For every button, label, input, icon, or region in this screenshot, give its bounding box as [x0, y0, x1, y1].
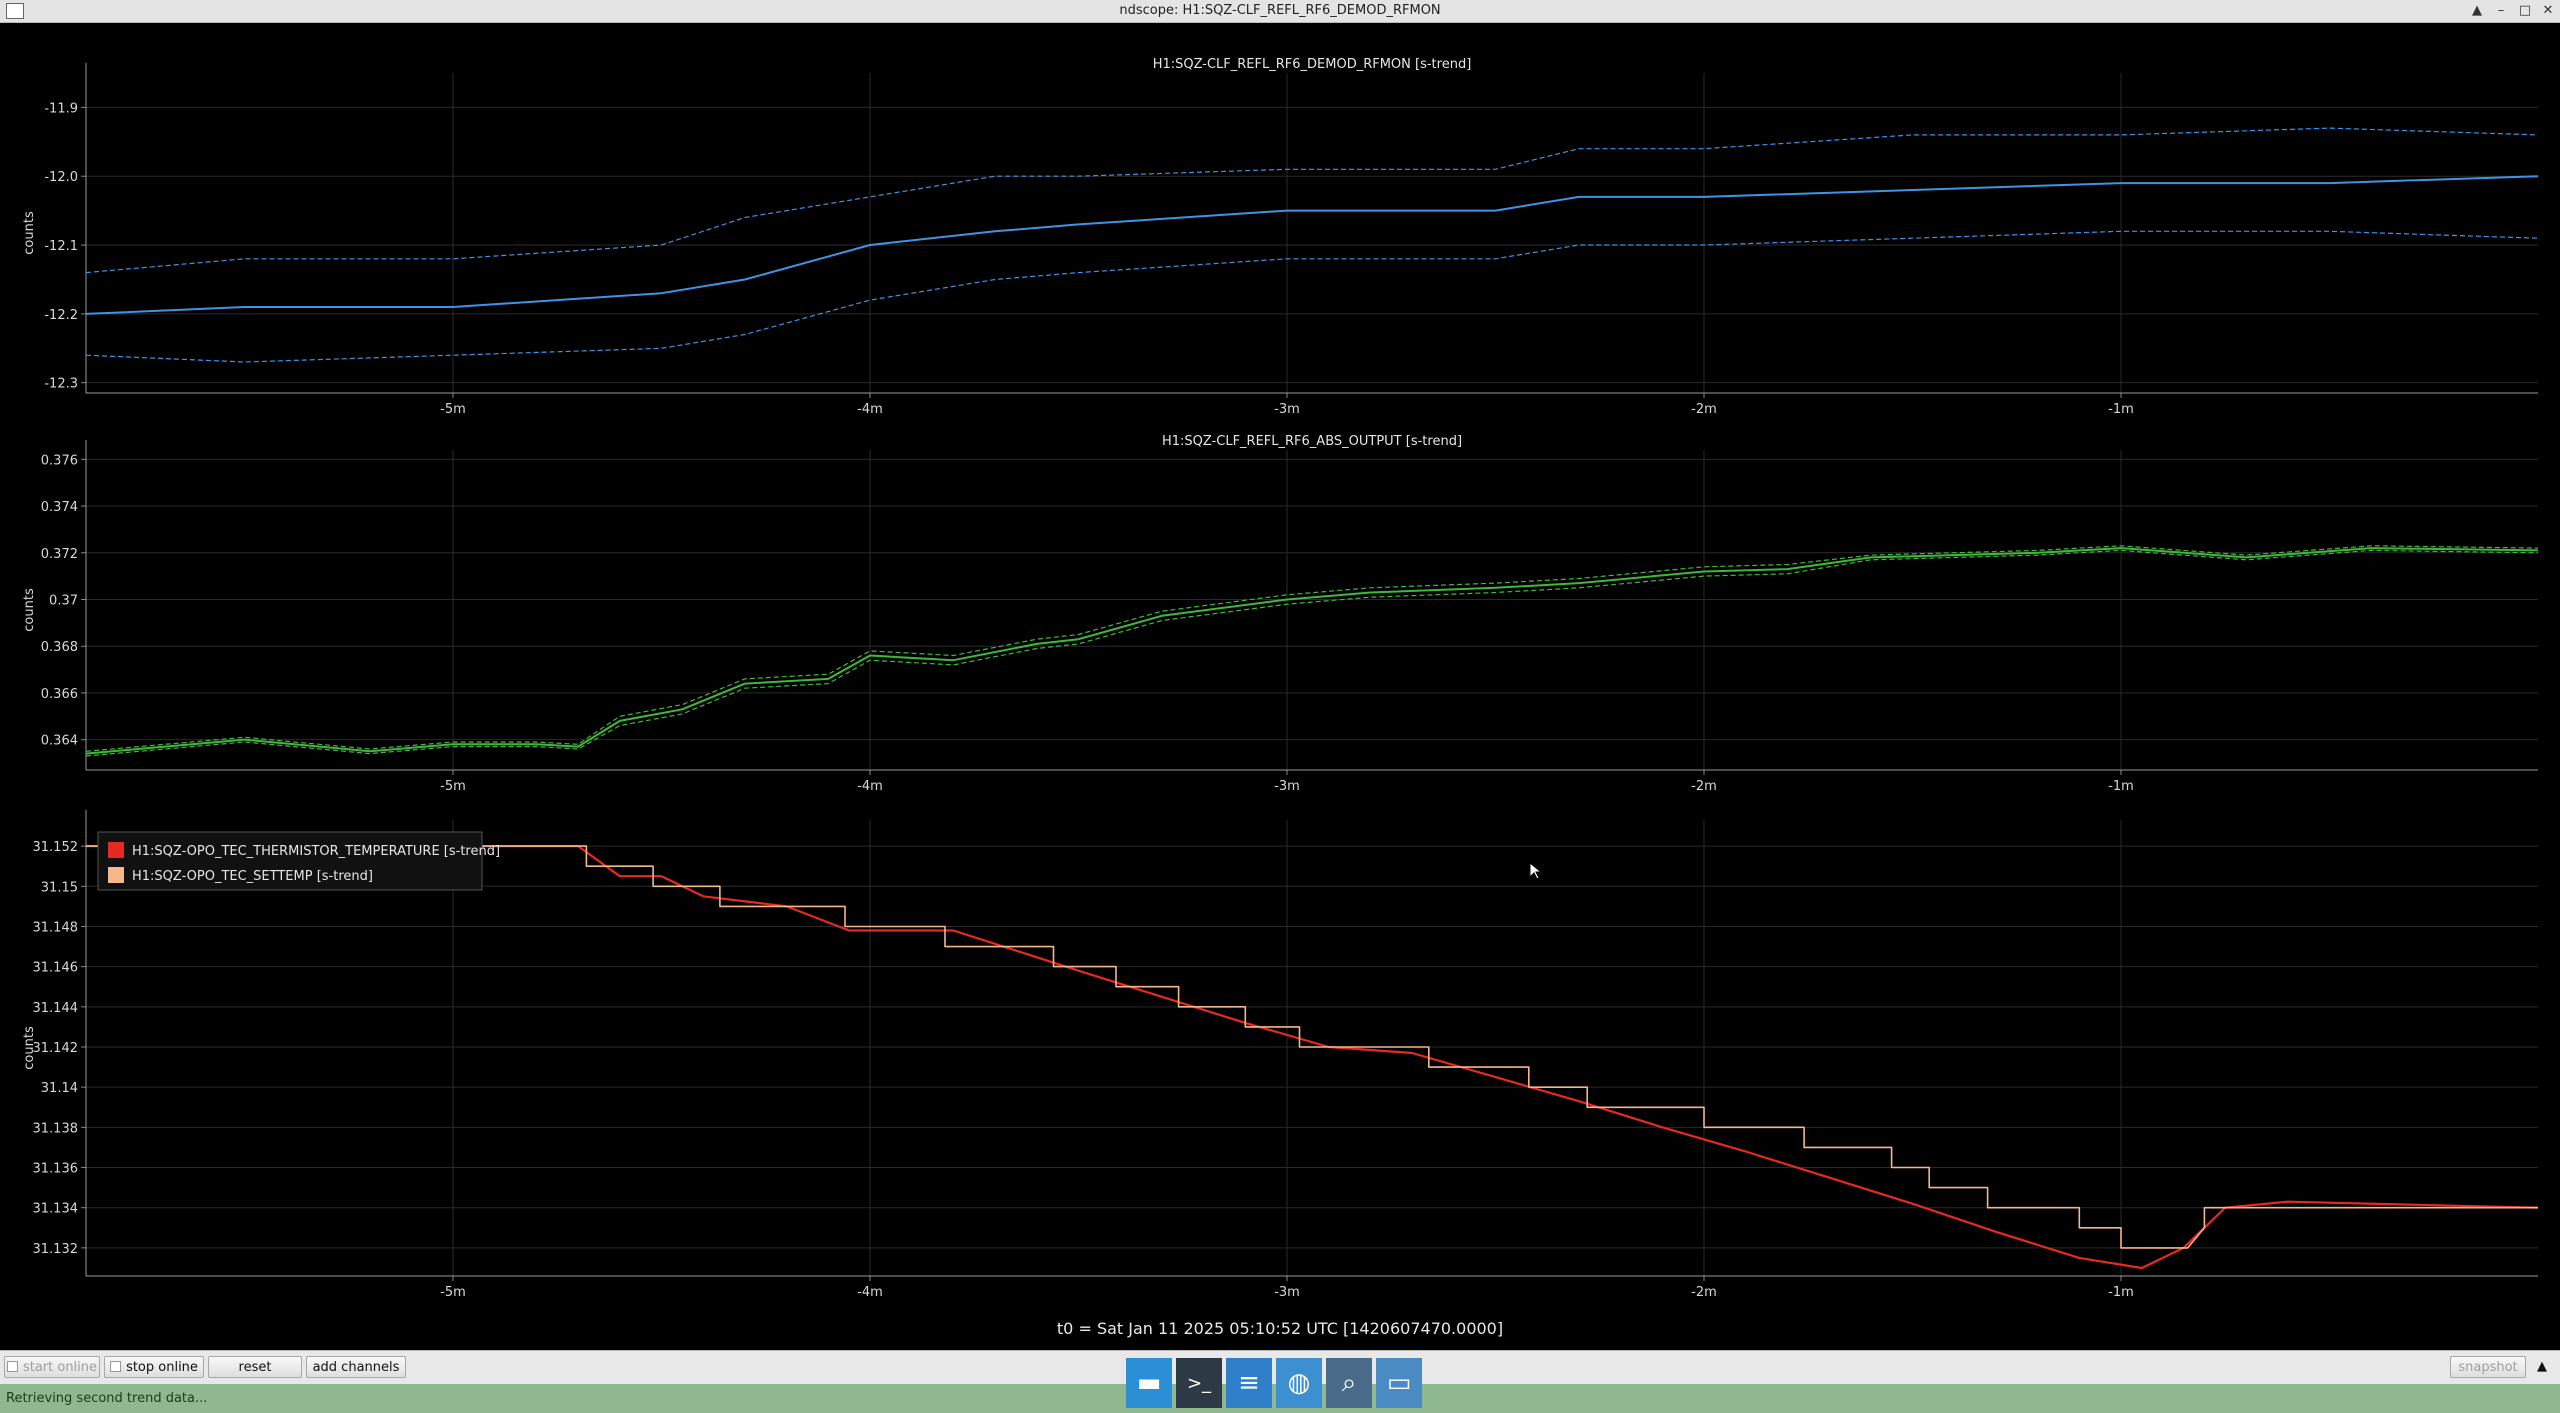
- x-tick-label: -1m: [2108, 402, 2134, 417]
- x-tick-label: -3m: [1274, 1285, 1300, 1300]
- desktop-icon[interactable]: ▬: [1126, 1358, 1172, 1408]
- y-tick-label: 31.146: [33, 961, 79, 976]
- mouse-cursor-icon: [1529, 861, 1543, 880]
- y-tick-label: 31.148: [33, 920, 79, 935]
- series-line-mean: [85, 547, 2539, 755]
- t0-label: t0 = Sat Jan 11 2025 05:10:52 UTC [14206…: [1056, 1319, 1504, 1338]
- add-channels-button[interactable]: add channels: [306, 1356, 406, 1378]
- x-tick-label: -5m: [440, 1285, 466, 1300]
- x-tick-label: -4m: [857, 1285, 883, 1300]
- search-icon[interactable]: ⌕: [1326, 1358, 1372, 1408]
- start-online-label: start online: [22, 1360, 98, 1375]
- window-title: ndscope: H1:SQZ-CLF_REFL_RF6_DEMOD_RFMON: [1119, 3, 1441, 18]
- status-message: Retrieving second trend data...: [6, 1391, 208, 1406]
- x-tick-label: -2m: [1691, 1285, 1717, 1300]
- x-tick-label: -1m: [2108, 779, 2134, 794]
- keep-above-icon[interactable]: ▲: [2467, 1, 2487, 21]
- stop-online-button[interactable]: stop online: [104, 1356, 204, 1378]
- text-editor-icon[interactable]: ≡: [1226, 1358, 1272, 1408]
- y-tick-label: 0.364: [41, 734, 78, 749]
- series-line-max: [85, 545, 2539, 752]
- y-tick-label: -12.3: [44, 377, 78, 392]
- x-tick-label: -3m: [1274, 779, 1300, 794]
- y-tick-label: 31.136: [33, 1162, 79, 1177]
- file-manager-icon[interactable]: ▭: [1376, 1358, 1422, 1408]
- x-tick-label: -4m: [857, 402, 883, 417]
- y-tick-label: -12.2: [44, 308, 78, 323]
- title-bar: ndscope: H1:SQZ-CLF_REFL_RF6_DEMOD_RFMON…: [0, 0, 2560, 23]
- y-tick-label: 0.368: [41, 640, 78, 655]
- x-tick-label: -5m: [440, 779, 466, 794]
- legend: H1:SQZ-OPO_TEC_THERMISTOR_TEMPERATURE [s…: [97, 831, 500, 891]
- expand-arrow-icon[interactable]: ▲: [2530, 1356, 2554, 1378]
- minimize-icon[interactable]: –: [2491, 1, 2511, 21]
- y-tick-label: 31.132: [33, 1242, 79, 1257]
- legend-label: H1:SQZ-OPO_TEC_SETTEMP [s-trend]: [132, 869, 373, 884]
- plot-area[interactable]: -11.9 -12.0 -12.1 -12.2 -12.3 -5m -4m -3m -2m -1m…: [0, 23, 2560, 1350]
- x-tick-label: -2m: [1691, 402, 1717, 417]
- x-tick-label: -5m: [440, 402, 466, 417]
- maximize-icon[interactable]: □: [2515, 1, 2535, 21]
- y-tick-label: 31.142: [33, 1041, 79, 1056]
- x-tick-label: -1m: [2108, 1285, 2134, 1300]
- y-tick-label: 31.14: [41, 1081, 78, 1096]
- y-tick-label: 31.144: [33, 1001, 79, 1016]
- series-line-min: [85, 549, 2539, 757]
- y-tick-label: 31.138: [33, 1121, 79, 1136]
- y-tick-label: 0.372: [41, 547, 78, 562]
- stop-online-label: stop online: [126, 1360, 198, 1375]
- y-axis-label: counts: [22, 588, 37, 632]
- web-browser-icon[interactable]: ◍: [1276, 1358, 1322, 1408]
- legend-label: H1:SQZ-OPO_TEC_THERMISTOR_TEMPERATURE [s…: [132, 844, 500, 859]
- plot-3: 31.132 31.134 31.136 31.138 31.14 31.142 31.14…: [22, 810, 2539, 1300]
- y-tick-label: -11.9: [44, 101, 78, 116]
- taskbar: ▬ >_ ≡ ◍ ⌕ ▭: [1126, 1358, 1422, 1413]
- y-axis-label: counts: [22, 211, 37, 255]
- stop-online-checkbox[interactable]: [110, 1361, 122, 1372]
- close-icon[interactable]: ✕: [2538, 1, 2558, 21]
- start-online-checkbox[interactable]: [6, 1361, 18, 1372]
- start-online-button[interactable]: start online: [4, 1356, 100, 1378]
- legend-swatch: [108, 842, 124, 858]
- y-tick-label: 0.366: [41, 687, 78, 702]
- y-axis-label: counts: [22, 1026, 37, 1070]
- reset-button[interactable]: reset: [208, 1356, 302, 1378]
- y-tick-label: -12.1: [44, 239, 78, 254]
- y-tick-label: 31.152: [33, 840, 79, 855]
- y-tick-label: 0.37: [49, 593, 78, 608]
- x-tick-label: -3m: [1274, 402, 1300, 417]
- y-tick-label: 0.376: [41, 453, 78, 468]
- terminal-icon[interactable]: >_: [1176, 1358, 1222, 1408]
- y-tick-label: 0.374: [41, 500, 78, 515]
- plot-title: H1:SQZ-CLF_REFL_RF6_ABS_OUTPUT [s-trend]: [1162, 434, 1462, 449]
- plot-2: 0.364 0.366 0.368 0.37 0.372 0.374 0.376 -5m -4m…: [22, 434, 2539, 794]
- y-tick-label: -12.0: [44, 170, 78, 185]
- y-tick-label: 31.15: [41, 880, 78, 895]
- plots-canvas[interactable]: -11.9 -12.0 -12.1 -12.2 -12.3 -5m -4m -3m -2m -1m…: [0, 23, 2560, 1313]
- series-line-series-1: [86, 844, 2539, 1270]
- x-tick-label: -2m: [1691, 779, 1717, 794]
- y-tick-label: 31.134: [33, 1202, 79, 1217]
- legend-swatch: [108, 867, 124, 883]
- x-tick-label: -4m: [857, 779, 883, 794]
- series-line-max: [85, 127, 2539, 274]
- series-line-min: [85, 230, 2539, 363]
- plot-title: H1:SQZ-CLF_REFL_RF6_DEMOD_RFMON [s-trend…: [1153, 57, 1472, 72]
- snapshot-button[interactable]: snapshot: [2450, 1356, 2526, 1378]
- plot-1: -11.9 -12.0 -12.1 -12.2 -12.3 -5m -4m -3m -2m -1m…: [22, 57, 2539, 417]
